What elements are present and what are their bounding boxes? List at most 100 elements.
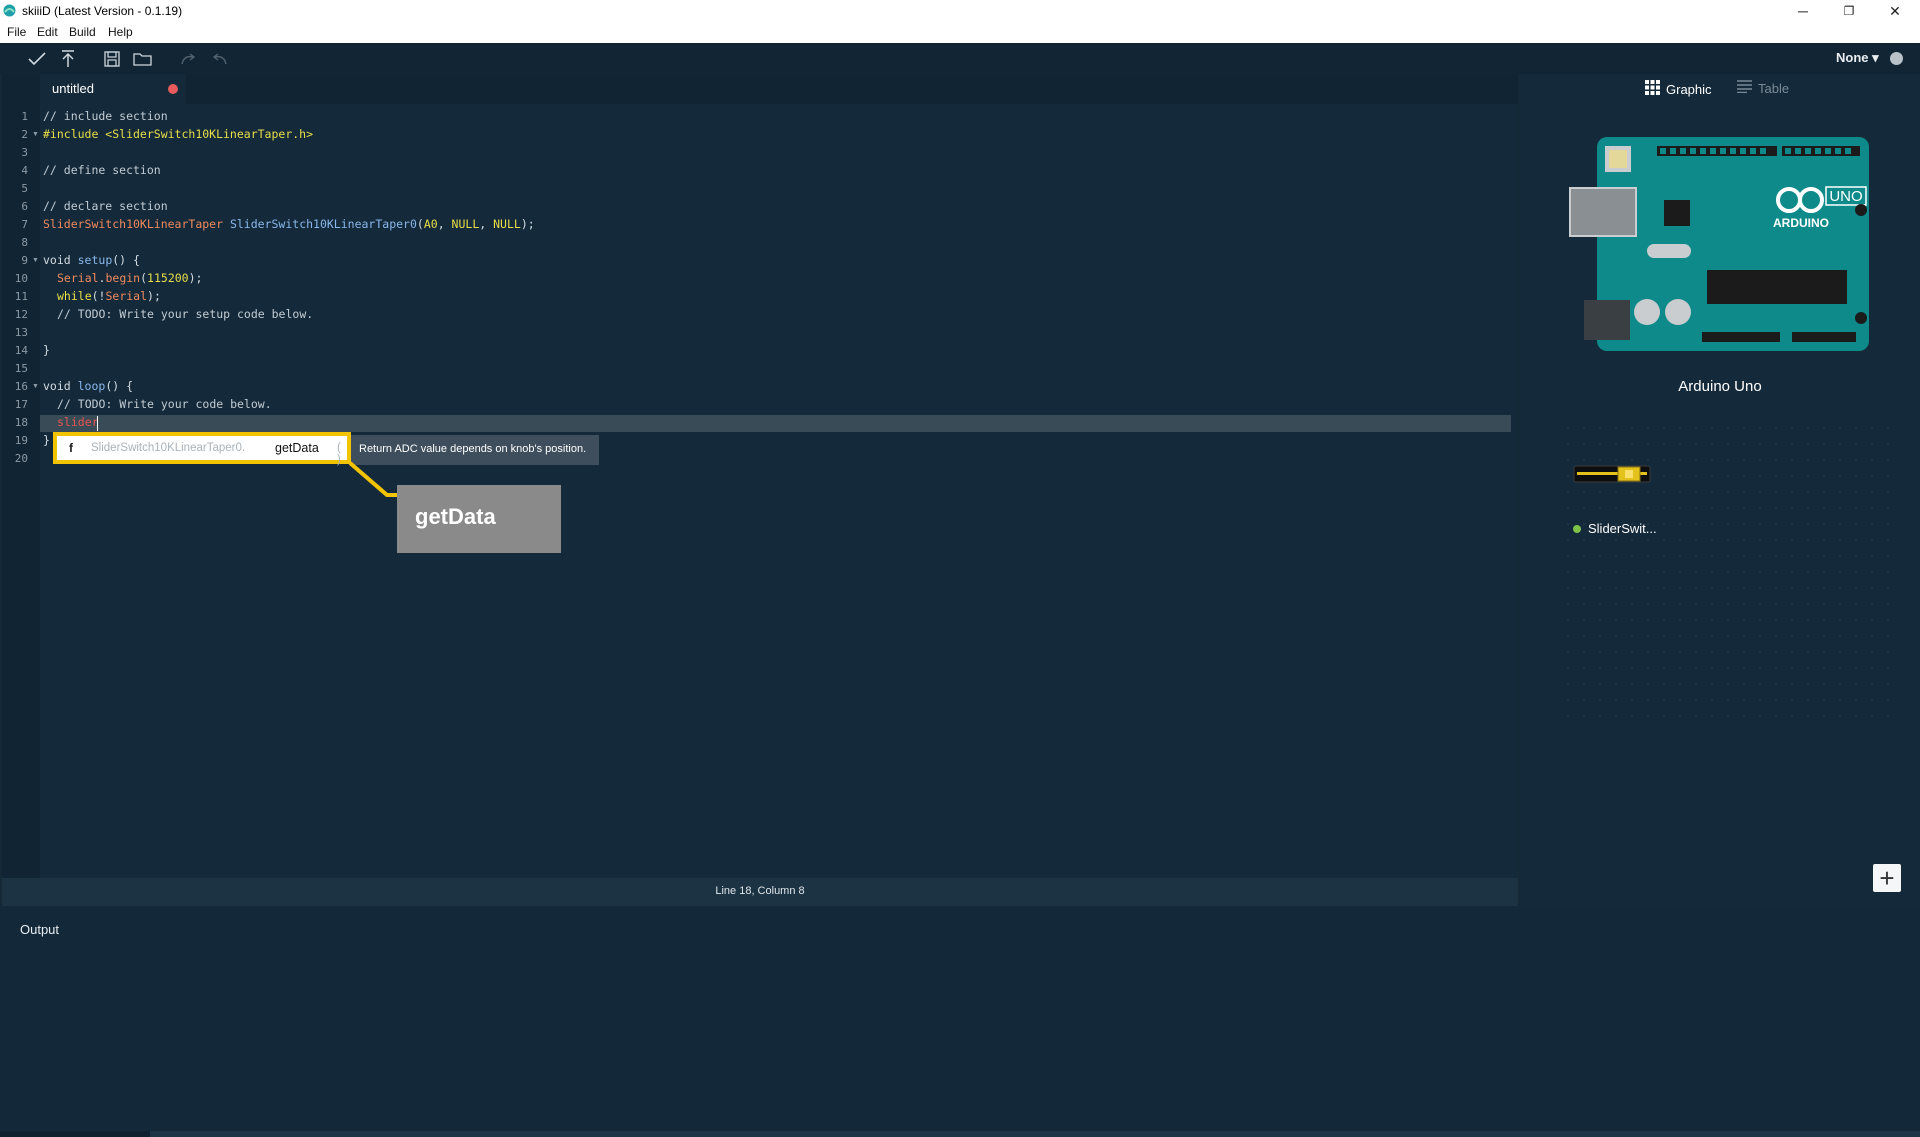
code-token: Serial: [57, 271, 99, 285]
code-line: void loop() {: [43, 379, 133, 393]
code-line: }: [43, 433, 50, 447]
folder-icon[interactable]: [132, 49, 154, 69]
code-editor[interactable]: [2, 74, 1518, 878]
code-token: );: [520, 217, 535, 231]
board-select[interactable]: None ▾: [1836, 50, 1879, 66]
cursor-position: Line 18, Column 8: [715, 885, 805, 897]
line-number: 17: [14, 398, 28, 411]
tab-table[interactable]: Table: [1737, 80, 1789, 96]
code-token: void: [43, 253, 78, 267]
fold-arrow-icon[interactable]: ▼: [32, 131, 39, 138]
code-line: // define section: [43, 163, 161, 177]
active-line-highlight: [40, 415, 1511, 432]
autocomplete-item[interactable]: f SliderSwitch10KLinearTaper0. getData (…: [53, 432, 351, 466]
line-number: 20: [14, 452, 28, 465]
tab-label: untitled: [52, 81, 94, 96]
fold-arrow-icon[interactable]: ▼: [32, 383, 39, 390]
code-line: // TODO: Write your code below.: [57, 397, 272, 411]
code-token: (!: [91, 289, 106, 303]
code-line: // TODO: Write your setup code below.: [57, 307, 314, 321]
function-kind-icon: f: [69, 441, 73, 455]
code-token: NULL: [451, 217, 480, 231]
code-line: #include <SliderSwitch10KLinearTaper.h>: [43, 127, 314, 141]
line-number: 15: [14, 362, 28, 375]
code-token: void: [43, 379, 78, 393]
title-bar: [0, 0, 1920, 22]
list-icon: [1737, 80, 1752, 96]
code-token: 115200: [147, 271, 189, 285]
unsaved-dot-icon: [168, 84, 178, 94]
scrollbar-thumb[interactable]: [150, 1131, 1920, 1137]
line-number: 12: [14, 308, 28, 321]
line-number: 10: [14, 272, 28, 285]
line-number: 6: [21, 200, 28, 213]
add-component-button[interactable]: +: [1873, 864, 1901, 892]
code-line: while(!Serial);: [57, 289, 161, 303]
code-token: ,: [479, 217, 494, 231]
menu-build[interactable]: Build: [69, 25, 96, 39]
fold-arrow-icon[interactable]: ▼: [32, 257, 39, 264]
output-label: Output: [20, 922, 60, 937]
redo-icon[interactable]: [178, 49, 200, 69]
line-number: 9: [21, 254, 28, 267]
code-token: setup: [77, 253, 113, 267]
code-line: slider: [57, 415, 99, 429]
component-status-icon: [1573, 525, 1581, 533]
code-token: Serial: [105, 289, 148, 303]
slider-switch-component[interactable]: [1573, 463, 1653, 485]
component-label[interactable]: SliderSwit...: [1588, 521, 1657, 536]
board-logo-label: ARDUINO: [1773, 216, 1829, 230]
app-logo-icon: [3, 4, 16, 17]
code-token: SliderSwitch10KLinearTaper: [43, 217, 224, 231]
code-line: }: [43, 343, 50, 357]
menu-file[interactable]: File: [7, 25, 26, 39]
autocomplete-method: getData: [275, 441, 319, 455]
code-token: ,: [437, 217, 452, 231]
menu-edit[interactable]: Edit: [37, 25, 58, 39]
code-line: SliderSwitch10KLinearTaper SliderSwitch1…: [43, 217, 535, 231]
line-number: 18: [14, 416, 28, 429]
output-panel: [0, 906, 1920, 1137]
line-number: 19: [14, 434, 28, 447]
code-token: );: [147, 289, 161, 303]
line-number: 1: [21, 110, 28, 123]
code-line: // declare section: [43, 199, 168, 213]
code-token: (: [416, 217, 424, 231]
line-number: 13: [14, 326, 28, 339]
autocomplete-class-prefix: SliderSwitch10KLinearTaper0.: [91, 442, 246, 454]
arduino-uno-board[interactable]: UNO ARDUINO: [1567, 134, 1873, 354]
undo-icon[interactable]: [208, 49, 230, 69]
check-icon[interactable]: [26, 49, 48, 69]
line-number: 8: [21, 236, 28, 249]
code-line: Serial.begin(115200);: [57, 271, 202, 285]
line-number: 7: [21, 218, 28, 231]
line-number: 5: [21, 182, 28, 195]
board-name: Arduino Uno: [1678, 378, 1762, 395]
code-token: A0: [423, 217, 438, 231]
code-token: );: [188, 271, 203, 285]
connection-status-icon: [1890, 52, 1903, 65]
line-number: 14: [14, 344, 28, 357]
tab-graphic-label: Graphic: [1666, 81, 1712, 97]
code-token: NULL: [493, 217, 521, 231]
code-token: () {: [105, 379, 134, 393]
upload-icon[interactable]: [57, 49, 79, 69]
restore-button[interactable]: ❐: [1826, 0, 1872, 22]
code-line: // include section: [43, 109, 168, 123]
save-icon[interactable]: [101, 49, 123, 69]
close-button[interactable]: ✕: [1872, 0, 1918, 22]
editor-tab-bar: [2, 74, 1518, 104]
window-title: skiiiD (Latest Version - 0.1.19): [22, 4, 183, 18]
code-token: SliderSwitch10KLinearTaper0: [229, 217, 417, 231]
code-token: begin: [105, 271, 141, 285]
tab-graphic[interactable]: Graphic: [1645, 80, 1712, 98]
code-token: loop: [77, 379, 106, 393]
minimize-button[interactable]: ─: [1780, 0, 1826, 22]
code-token: (: [140, 271, 148, 285]
menu-help[interactable]: Help: [108, 25, 133, 39]
status-bar: Line 18, Column 8: [2, 878, 1518, 906]
code-token: while: [57, 289, 92, 303]
text-cursor: [97, 416, 98, 431]
tab-table-label: Table: [1758, 80, 1790, 96]
code-token: () {: [112, 253, 140, 267]
